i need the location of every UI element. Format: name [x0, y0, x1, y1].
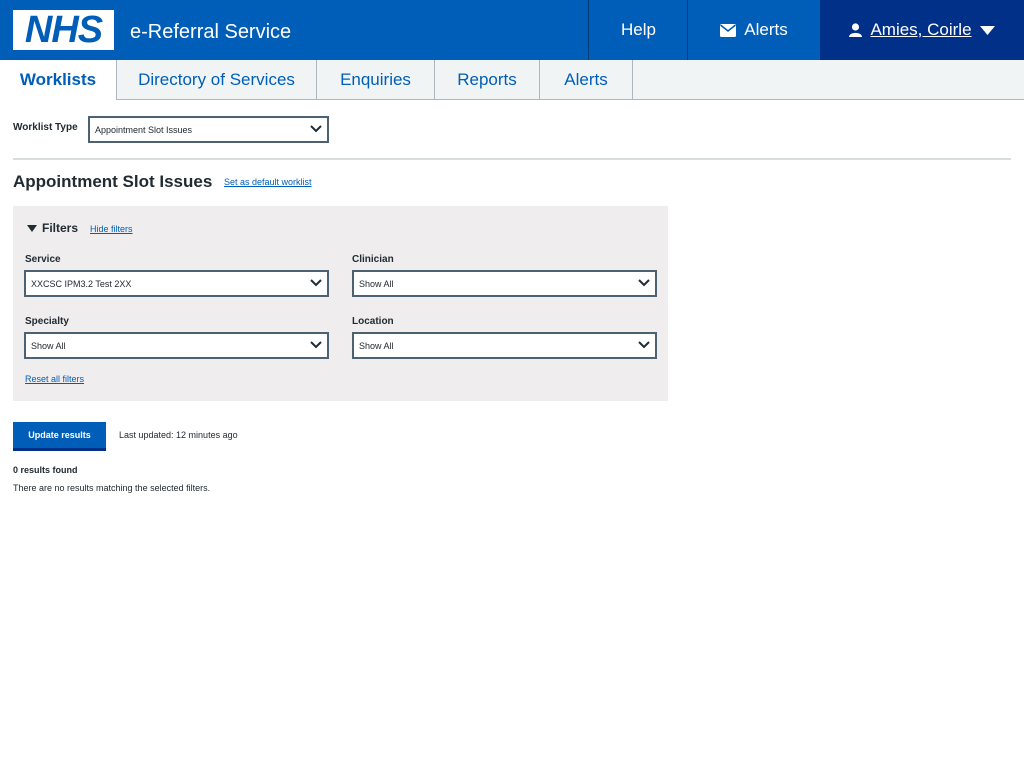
envelope-icon	[720, 23, 737, 37]
specialty-label: Specialty	[25, 316, 69, 327]
help-label: Help	[621, 20, 656, 39]
page-title: Appointment Slot Issues	[13, 172, 213, 191]
caret-down-icon	[979, 25, 995, 35]
chevron-down-icon	[310, 341, 322, 349]
location-label: Location	[352, 316, 394, 327]
no-results-message: There are no results matching the select…	[13, 483, 211, 493]
main-tabs: Worklists Directory of Services Enquirie…	[0, 60, 1024, 100]
hide-filters-link[interactable]: Hide filters	[90, 224, 133, 234]
location-select[interactable]: Show All	[352, 332, 657, 359]
service-label: Service	[25, 254, 61, 265]
alerts-label: Alerts	[744, 20, 788, 39]
chevron-down-icon	[310, 279, 322, 287]
clinician-label: Clinician	[352, 254, 394, 265]
worklist-type-label: Worklist Type	[13, 122, 78, 133]
caret-down-icon	[27, 224, 37, 232]
top-header: NHS e-Referral Service Help Alerts Amies…	[0, 0, 1024, 60]
user-name: Amies, Coirle	[870, 20, 972, 39]
chevron-down-icon	[638, 341, 650, 349]
service-name: e-Referral Service	[130, 21, 292, 43]
nhs-logo[interactable]: NHS	[13, 10, 114, 50]
results-count: 0 results found	[13, 465, 78, 475]
chevron-down-icon	[638, 279, 650, 287]
set-default-worklist-link[interactable]: Set as default worklist	[224, 177, 312, 187]
clinician-value: Show All	[359, 278, 394, 289]
user-icon	[849, 23, 863, 37]
tab-alerts[interactable]: Alerts	[540, 60, 633, 100]
filters-heading: Filters	[42, 221, 79, 235]
tab-reports[interactable]: Reports	[435, 60, 540, 100]
clinician-select[interactable]: Show All	[352, 270, 657, 297]
chevron-down-icon	[310, 125, 322, 133]
specialty-select[interactable]: Show All	[24, 332, 329, 359]
specialty-value: Show All	[31, 340, 66, 351]
tab-worklists[interactable]: Worklists	[0, 60, 117, 100]
worklist-type-select[interactable]: Appointment Slot Issues	[88, 116, 329, 143]
reset-filters-link[interactable]: Reset all filters	[25, 374, 84, 384]
service-select[interactable]: XXCSC IPM3.2 Test 2XX	[24, 270, 329, 297]
location-value: Show All	[359, 340, 394, 351]
last-updated-text: Last updated: 12 minutes ago	[119, 430, 238, 440]
update-results-button[interactable]: Update results	[13, 422, 106, 451]
tab-enquiries[interactable]: Enquiries	[317, 60, 435, 100]
user-menu[interactable]: Amies, Coirle	[820, 0, 1024, 60]
alerts-button[interactable]: Alerts	[687, 0, 820, 60]
tab-directory-of-services[interactable]: Directory of Services	[117, 60, 317, 100]
filters-toggle[interactable]: Filters	[27, 221, 78, 235]
service-value: XXCSC IPM3.2 Test 2XX	[31, 278, 132, 289]
filters-panel: Filters Hide filters Service XXCSC IPM3.…	[13, 206, 668, 401]
help-button[interactable]: Help	[588, 0, 688, 60]
section-divider	[13, 158, 1011, 160]
worklist-type-value: Appointment Slot Issues	[95, 124, 193, 135]
